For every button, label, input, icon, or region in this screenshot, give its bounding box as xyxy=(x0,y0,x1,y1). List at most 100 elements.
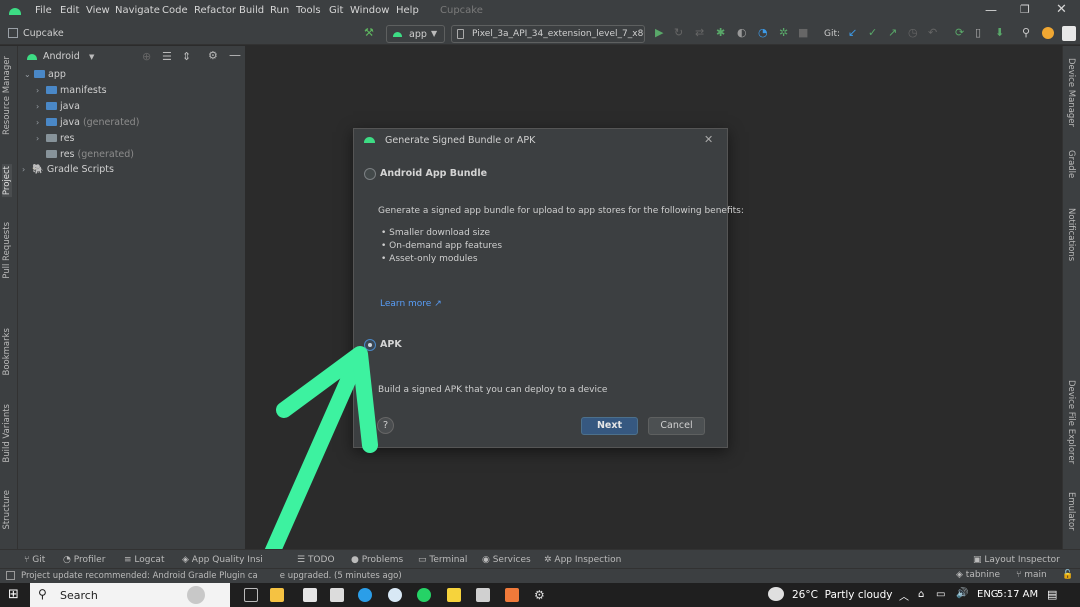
git-rollback-icon[interactable]: ↶ xyxy=(928,27,937,39)
network-icon[interactable]: ⌂ xyxy=(918,589,924,600)
status-message[interactable]: Project update recommended: Android Grad… xyxy=(21,571,402,581)
tab-pull-requests[interactable]: Pull Requests xyxy=(2,222,12,279)
expand-all-icon[interactable]: ☰ xyxy=(162,50,172,63)
apply-code-changes-icon[interactable]: ⇄ xyxy=(695,27,704,39)
whatsapp-icon[interactable] xyxy=(417,588,431,602)
chevron-up-icon[interactable]: ︿ xyxy=(899,588,909,603)
weather-text[interactable]: 26°C Partly cloudy xyxy=(792,589,892,601)
tab-project[interactable]: Project xyxy=(2,164,12,198)
tab-profiler[interactable]: ◔ Profiler xyxy=(63,555,105,565)
mail-icon[interactable] xyxy=(330,588,344,602)
clock[interactable]: 5:17 AM xyxy=(997,589,1038,600)
option-bundle-label[interactable]: Android App Bundle xyxy=(380,168,487,179)
edge-icon[interactable] xyxy=(358,588,372,602)
tab-git[interactable]: ⑂ Git xyxy=(24,555,45,565)
apply-changes-icon[interactable]: ↻ xyxy=(674,27,683,39)
cancel-button[interactable]: Cancel xyxy=(648,417,705,435)
menu-code[interactable]: Code xyxy=(162,5,188,16)
close-window-icon[interactable]: ✕ xyxy=(1056,2,1067,17)
attach-process-icon[interactable]: ✲ xyxy=(779,27,788,39)
search-icon[interactable]: ⚲ xyxy=(1022,27,1030,39)
windows-start-icon[interactable]: ⊞ xyxy=(8,588,19,601)
git-history-icon[interactable]: ◷ xyxy=(908,27,918,39)
radio-apk[interactable] xyxy=(364,339,376,351)
battery-icon[interactable]: ▭ xyxy=(936,589,945,600)
update-icon[interactable] xyxy=(1042,27,1054,39)
tab-device-manager[interactable]: Device Manager xyxy=(1066,58,1076,127)
sdk-manager-icon[interactable]: ⬇ xyxy=(995,27,1004,39)
tab-todo[interactable]: ☰ TODO xyxy=(297,555,335,565)
project-breadcrumb[interactable]: Cupcake xyxy=(23,28,64,40)
tree-item-res-generated[interactable]: res (generated) xyxy=(46,149,134,164)
tree-item-java-generated[interactable]: › java (generated) xyxy=(36,117,139,132)
tab-services[interactable]: ◉ Services xyxy=(482,555,531,565)
tab-layout-inspector[interactable]: ▣ Layout Inspector xyxy=(973,555,1060,565)
tree-item-java[interactable]: › java xyxy=(36,101,80,116)
volume-icon[interactable]: 🔊 xyxy=(956,588,968,599)
plugin-icon[interactable] xyxy=(1062,26,1076,41)
menu-edit[interactable]: Edit xyxy=(60,5,79,16)
hide-panel-icon[interactable]: — xyxy=(229,48,241,62)
lock-icon[interactable]: 🔓 xyxy=(1062,570,1073,580)
app-icon[interactable] xyxy=(476,588,490,602)
radio-android-app-bundle[interactable] xyxy=(364,168,376,180)
tab-app-inspection[interactable]: ✲ App Inspection xyxy=(544,555,621,565)
tree-item-res[interactable]: › res xyxy=(36,133,75,148)
close-icon[interactable]: ✕ xyxy=(704,133,713,146)
minimize-icon[interactable]: — xyxy=(985,3,997,17)
tab-logcat[interactable]: ≡ Logcat xyxy=(124,555,164,565)
tree-item-gradle-scripts[interactable]: › 🐘 Gradle Scripts xyxy=(22,164,114,179)
menu-build[interactable]: Build xyxy=(239,5,264,16)
chevron-down-icon[interactable]: ▼ xyxy=(89,53,94,61)
tab-app-quality-insights[interactable]: ◈ App Quality Insi xyxy=(182,555,263,565)
store-icon[interactable] xyxy=(303,588,317,602)
sync-gradle-icon[interactable]: ⟳ xyxy=(955,27,964,39)
tab-emulator[interactable]: Emulator xyxy=(1066,492,1076,531)
attach-debugger-icon[interactable]: ◐ xyxy=(737,27,747,39)
device-selector[interactable]: Pixel_3a_API_34_extension_level_7_x86 xyxy=(451,25,645,43)
search-box[interactable]: ⚲ Search xyxy=(30,583,230,607)
language-icon[interactable]: ENG xyxy=(977,589,999,600)
restore-icon[interactable]: ❐ xyxy=(1020,3,1030,16)
menu-tools[interactable]: Tools xyxy=(296,5,321,16)
tab-bookmarks[interactable]: Bookmarks xyxy=(2,328,12,376)
git-branch[interactable]: ⑂ main xyxy=(1016,570,1047,580)
run-config-selector[interactable]: app ▼ xyxy=(386,25,445,43)
tabnine-status[interactable]: ◈ tabnine xyxy=(956,570,1000,580)
sticky-notes-icon[interactable] xyxy=(447,588,461,602)
tab-notifications[interactable]: Notifications xyxy=(1066,208,1076,261)
tree-item-manifests[interactable]: › manifests xyxy=(36,85,107,100)
git-push-icon[interactable]: ↗ xyxy=(888,27,897,39)
menu-view[interactable]: View xyxy=(86,5,110,16)
file-explorer-icon[interactable] xyxy=(270,588,284,602)
git-update-icon[interactable]: ↙ xyxy=(848,27,857,39)
collapse-all-icon[interactable]: ⇕ xyxy=(182,50,191,63)
stop-icon[interactable]: ■ xyxy=(798,27,808,39)
tab-build-variants[interactable]: Build Variants xyxy=(2,404,12,463)
tab-terminal[interactable]: ▭ Terminal xyxy=(418,555,467,565)
task-view-icon[interactable] xyxy=(244,588,258,602)
debug-icon[interactable]: ✱ xyxy=(716,27,725,39)
menu-navigate[interactable]: Navigate xyxy=(115,5,160,16)
tab-structure[interactable]: Structure xyxy=(2,490,12,530)
tree-item-app[interactable]: ⌄ app xyxy=(24,69,66,84)
device-manager-icon[interactable]: ▯ xyxy=(975,27,981,39)
gear-icon[interactable]: ⚙ xyxy=(208,49,218,62)
locate-icon[interactable]: ⊕ xyxy=(142,50,151,63)
tab-device-file-explorer[interactable]: Device File Explorer xyxy=(1066,380,1076,464)
menu-help[interactable]: Help xyxy=(396,5,419,16)
weather-icon[interactable] xyxy=(768,587,784,601)
next-button[interactable]: Next xyxy=(581,417,638,435)
menu-file[interactable]: File xyxy=(35,5,52,16)
view-selector[interactable]: Android xyxy=(43,51,80,62)
option-apk-label[interactable]: APK xyxy=(380,339,402,350)
help-button[interactable]: ? xyxy=(377,417,394,434)
tab-resource-manager[interactable]: Resource Manager xyxy=(2,56,12,135)
menu-run[interactable]: Run xyxy=(270,5,289,16)
notification-center-icon[interactable]: ▤ xyxy=(1047,588,1057,601)
profile-icon[interactable]: ◔ xyxy=(758,27,768,39)
tab-problems[interactable]: ● Problems xyxy=(351,555,403,565)
git-commit-icon[interactable]: ✓ xyxy=(868,27,877,39)
tab-gradle[interactable]: Gradle xyxy=(1066,150,1076,178)
sublime-icon[interactable] xyxy=(505,588,519,602)
